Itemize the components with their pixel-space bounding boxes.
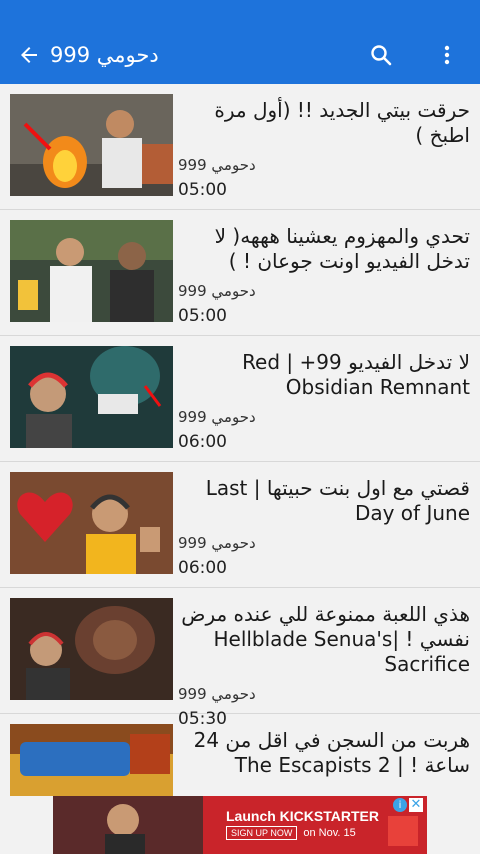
video-list[interactable]: حرقت بيتي الجديد !! (أول مرة اطبخ ) دحوم… bbox=[0, 84, 480, 796]
thumbnail-image bbox=[10, 598, 173, 700]
video-title[interactable]: تحدي والمهزوم يعشينا هههه( لا تدخل الفيد… bbox=[178, 224, 470, 274]
overflow-menu-button[interactable] bbox=[430, 38, 464, 72]
video-thumbnail[interactable] bbox=[10, 220, 173, 322]
video-title[interactable]: حرقت بيتي الجديد !! (أول مرة اطبخ ) bbox=[178, 98, 470, 148]
channel-name: دحومي 999 bbox=[178, 282, 256, 300]
video-thumbnail[interactable] bbox=[10, 472, 173, 574]
video-title[interactable]: قصتي مع اول بنت حبيتها | Last Day of Jun… bbox=[178, 476, 470, 526]
thumbnail-image bbox=[10, 220, 173, 322]
list-item[interactable]: هذي اللعبة ممنوعة للي عنده مرض نفسي ! |H… bbox=[0, 588, 480, 729]
channel-name: دحومي 999 bbox=[178, 408, 256, 426]
channel-name: دحومي 999 bbox=[178, 534, 256, 552]
video-title[interactable]: هربت من السجن في اقل من 24 ساعة ! | The … bbox=[178, 728, 470, 778]
app-bar: دحومي 999 bbox=[0, 0, 480, 84]
video-duration: 05:00 bbox=[178, 180, 227, 200]
ad-close-icon[interactable]: ✕ bbox=[409, 798, 423, 812]
ad-banner[interactable]: Launch KICKSTARTER SIGN UP NOW on Nov. 1… bbox=[53, 796, 427, 854]
arrow-left-icon bbox=[21, 47, 37, 63]
back-button[interactable] bbox=[12, 38, 46, 72]
more-vert-icon bbox=[444, 45, 450, 65]
ad-date: on Nov. 15 bbox=[303, 827, 356, 839]
thumbnail-image bbox=[10, 472, 173, 574]
video-thumbnail[interactable] bbox=[10, 346, 173, 448]
page-title: دحومي 999 bbox=[50, 43, 159, 67]
search-button[interactable] bbox=[364, 38, 398, 72]
thumbnail-image bbox=[10, 346, 173, 448]
video-thumbnail[interactable] bbox=[10, 598, 173, 700]
ad-info-icon[interactable]: i bbox=[393, 798, 407, 812]
list-item[interactable]: تحدي والمهزوم يعشينا هههه( لا تدخل الفيد… bbox=[0, 210, 480, 336]
video-thumbnail[interactable] bbox=[10, 724, 173, 796]
video-thumbnail[interactable] bbox=[10, 94, 173, 196]
video-title[interactable]: لا تدخل الفيديو 99+ | Red Obsidian Remna… bbox=[178, 350, 470, 400]
search-icon bbox=[371, 45, 392, 66]
ad-signup-button[interactable]: SIGN UP NOW bbox=[226, 826, 298, 840]
list-item[interactable]: هربت من السجن في اقل من 24 ساعة ! | The … bbox=[0, 714, 480, 796]
video-duration: 06:00 bbox=[178, 558, 227, 578]
video-duration: 05:00 bbox=[178, 306, 227, 326]
video-title[interactable]: هذي اللعبة ممنوعة للي عنده مرض نفسي ! |H… bbox=[178, 602, 470, 677]
thumbnail-image bbox=[10, 94, 173, 196]
ad-headline: Launch KICKSTARTER bbox=[226, 808, 379, 824]
list-item[interactable]: قصتي مع اول بنت حبيتها | Last Day of Jun… bbox=[0, 462, 480, 588]
channel-name: دحومي 999 bbox=[178, 156, 256, 174]
thumbnail-image bbox=[10, 724, 173, 796]
channel-name: دحومي 999 bbox=[178, 685, 256, 703]
list-item[interactable]: حرقت بيتي الجديد !! (أول مرة اطبخ ) دحوم… bbox=[0, 84, 480, 210]
list-item[interactable]: لا تدخل الفيديو 99+ | Red Obsidian Remna… bbox=[0, 336, 480, 462]
video-duration: 06:00 bbox=[178, 432, 227, 452]
